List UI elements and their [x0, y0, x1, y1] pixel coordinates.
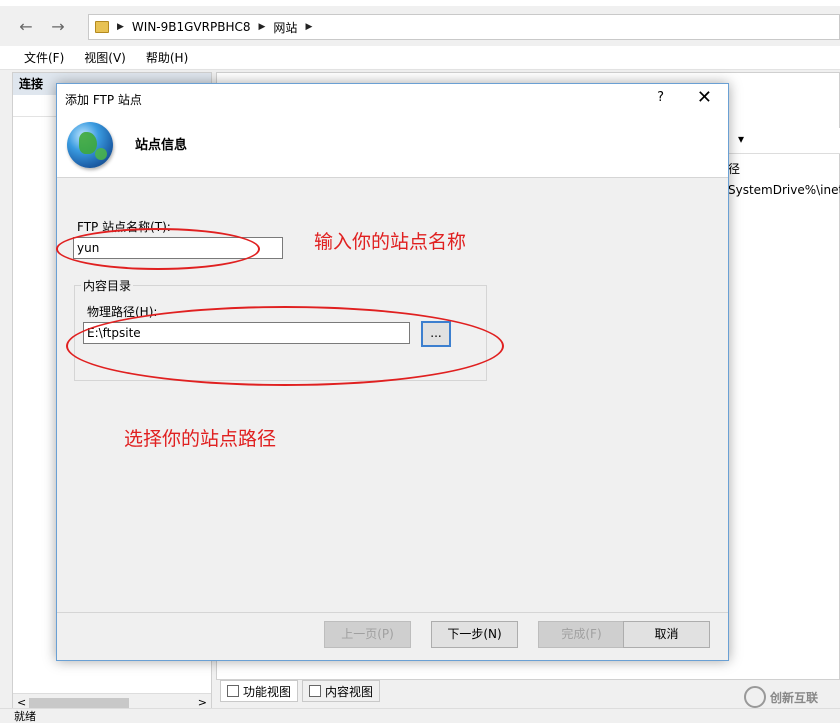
column-path-header: 径 [728, 162, 741, 176]
menu-view[interactable]: 视图(V) [84, 49, 126, 66]
status-bar: 就绪 [0, 708, 840, 723]
breadcrumb-sites[interactable]: 网站 [273, 19, 297, 36]
menu-bar: 文件(F) 视图(V) 帮助(H) [0, 46, 840, 70]
dropdown-icon[interactable]: ▾ [738, 132, 744, 146]
dialog-titlebar: 添加 FTP 站点 ? ✕ [57, 84, 728, 114]
name-hint-annotation: 输入你的站点名称 [314, 231, 467, 253]
watermark-text: 创新互联 [770, 690, 819, 705]
name-highlight-ellipse [56, 228, 260, 270]
view-tabs: 功能视图 内容视图 [220, 680, 381, 702]
watermark-icon [744, 686, 766, 708]
dialog-title: 添加 FTP 站点 [65, 92, 142, 107]
menu-help[interactable]: 帮助(H) [146, 49, 188, 66]
breadcrumb-server[interactable]: WIN-9B1GVRPBHC8 [132, 20, 251, 34]
path-hint-annotation: 选择你的站点路径 [124, 428, 277, 450]
address-bar[interactable]: ▶ WIN-9B1GVRPBHC8 ▶ 网站 ▶ [88, 14, 840, 40]
dialog-header: 站点信息 [57, 114, 728, 178]
help-icon[interactable]: ? [657, 90, 664, 105]
menu-file[interactable]: 文件(F) [24, 49, 64, 66]
address-row: ← → ▶ WIN-9B1GVRPBHC8 ▶ 网站 ▶ [0, 6, 840, 46]
tab-label: 功能视图 [243, 684, 292, 699]
cancel-button[interactable]: 取消 [623, 621, 710, 648]
close-icon[interactable]: ✕ [697, 87, 712, 108]
tab-features-view[interactable]: 功能视图 [220, 680, 299, 702]
content-directory-label: 内容目录 [81, 277, 134, 294]
finish-button[interactable]: 完成(F) [538, 621, 625, 648]
column-header: ▾ [726, 128, 840, 154]
features-view-icon [227, 685, 239, 697]
previous-button[interactable]: 上一页(P) [324, 621, 411, 648]
tab-content-view[interactable]: 内容视图 [302, 680, 381, 702]
forward-arrow-icon[interactable]: → [44, 16, 72, 38]
scroll-thumb[interactable] [29, 698, 129, 708]
header-title: 站点信息 [135, 138, 188, 153]
tab-label: 内容视图 [325, 684, 374, 699]
back-arrow-icon[interactable]: ← [12, 16, 40, 38]
watermark-logo: 创新互联 [744, 686, 818, 708]
chevron-right-icon: ▶ [305, 22, 313, 32]
path-highlight-ellipse [66, 306, 504, 386]
next-button[interactable]: 下一步(N) [431, 621, 518, 648]
site-path-cell: SystemDrive%\inetp [728, 183, 840, 197]
globe-icon [67, 122, 113, 168]
folder-icon [95, 21, 109, 33]
chevron-right-icon: ▶ [117, 22, 124, 32]
chevron-right-icon: ▶ [258, 22, 266, 32]
footer-divider [57, 612, 728, 613]
content-view-icon [309, 685, 322, 697]
